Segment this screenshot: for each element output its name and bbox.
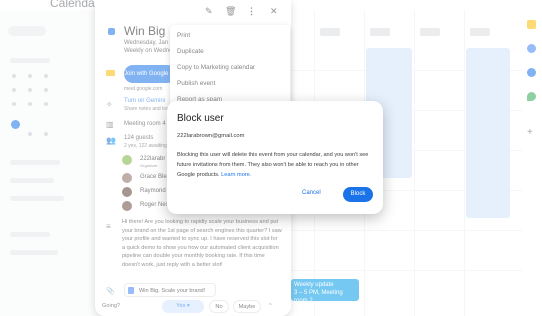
dialog-body: Blocking this user will delete this even…: [177, 150, 377, 180]
block-user-dialog: Block user 222larabrown@gmail.com Blocki…: [167, 101, 383, 214]
learn-more-link[interactable]: Learn more.: [221, 172, 251, 178]
block-button[interactable]: Block: [343, 187, 373, 202]
dialog-title: Block user: [177, 113, 224, 124]
blocked-user-email: 222larabrown@gmail.com: [177, 133, 245, 139]
cancel-button[interactable]: Cancel: [302, 190, 321, 196]
dialog-body-text: Blocking this user will delete this even…: [177, 152, 369, 178]
